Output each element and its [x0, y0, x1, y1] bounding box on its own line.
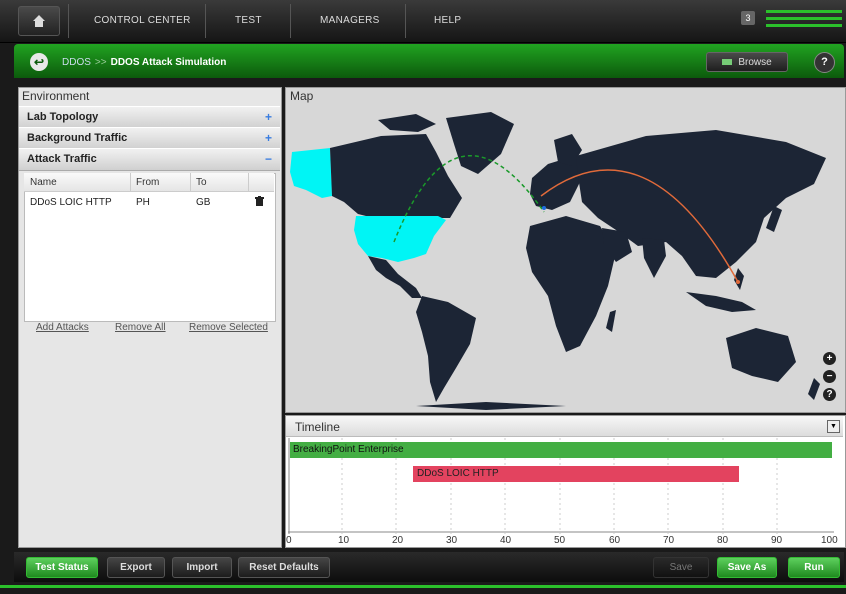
timeline-bar-label: DDoS LOIC HTTP	[417, 468, 499, 479]
timeline-tick: 20	[392, 535, 404, 546]
timeline-tick: 0	[286, 535, 292, 546]
column-header-from[interactable]: From	[136, 177, 159, 188]
run-button[interactable]: Run	[788, 557, 840, 578]
section-label: Attack Traffic	[27, 153, 97, 165]
timeline-bar-breakingpoint[interactable]: BreakingPoint Enterprise	[290, 442, 832, 458]
help-button[interactable]: ?	[814, 52, 835, 73]
timeline-menu-button[interactable]: ▼	[827, 420, 840, 433]
column-divider	[130, 173, 131, 191]
timeline-tick: 30	[446, 535, 458, 546]
browse-icon	[722, 59, 733, 65]
cell-name[interactable]: DDoS LOIC HTTP	[30, 197, 112, 208]
reset-defaults-button[interactable]: Reset Defaults	[238, 557, 330, 578]
section-label: Background Traffic	[27, 132, 128, 144]
column-divider	[248, 173, 249, 191]
delete-icon[interactable]	[255, 196, 264, 209]
environment-title: Environment	[22, 89, 90, 103]
nav-item-test[interactable]: TEST	[235, 15, 262, 26]
nav-separator	[290, 4, 291, 38]
nav-separator	[68, 4, 69, 38]
test-status-button[interactable]: Test Status	[26, 557, 98, 578]
breadcrumb-separator: >>	[94, 57, 107, 68]
column-header-name[interactable]: Name	[30, 177, 57, 188]
zoom-in-button[interactable]: +	[823, 352, 836, 365]
timeline-tick: 10	[338, 535, 350, 546]
map-title: Map	[290, 89, 314, 103]
import-button[interactable]: Import	[172, 557, 232, 578]
timeline-tick: 80	[717, 535, 729, 546]
timeline-tick: 100	[821, 535, 838, 546]
save-button[interactable]: Save	[653, 557, 709, 578]
zoom-out-button[interactable]: −	[823, 370, 836, 383]
section-background-traffic[interactable]: Background Traffic +	[19, 127, 280, 150]
expand-icon[interactable]: +	[265, 110, 272, 124]
back-arrow-icon: ↩	[33, 55, 45, 69]
home-icon	[33, 15, 45, 27]
attack-table	[24, 173, 276, 322]
back-button[interactable]: ↩	[30, 53, 48, 71]
browse-button[interactable]: Browse	[706, 52, 788, 72]
status-indicator-bar	[766, 10, 842, 13]
breadcrumb-current: DDOS Attack Simulation	[110, 57, 227, 68]
section-lab-topology[interactable]: Lab Topology +	[19, 106, 280, 129]
arc-endpoint-marker	[542, 206, 546, 210]
timeline-title: Timeline	[295, 420, 340, 434]
section-attack-traffic[interactable]: Attack Traffic −	[19, 148, 280, 171]
collapse-icon[interactable]: −	[265, 152, 272, 166]
cell-to[interactable]: GB	[196, 197, 210, 208]
timeline-tick: 70	[663, 535, 675, 546]
breadcrumb: DDOS >> DDOS Attack Simulation	[62, 57, 226, 68]
nav-item-managers[interactable]: MANAGERS	[320, 15, 380, 26]
map-help-button[interactable]: ?	[823, 388, 836, 401]
timeline-tick: 90	[771, 535, 783, 546]
timeline-bar-ddos-loic[interactable]: DDoS LOIC HTTP	[413, 466, 739, 482]
add-attacks-link[interactable]: Add Attacks	[36, 322, 89, 333]
timeline-tick: 50	[554, 535, 566, 546]
nav-separator	[405, 4, 406, 38]
save-as-button[interactable]: Save As	[717, 557, 777, 578]
nav-separator	[205, 4, 206, 38]
timeline-header	[286, 416, 843, 437]
timeline-bar-label: BreakingPoint Enterprise	[293, 444, 404, 455]
column-header-to[interactable]: To	[196, 177, 207, 188]
arc-endpoint-marker	[736, 280, 740, 284]
status-indicator-bar	[766, 24, 842, 27]
expand-icon[interactable]: +	[265, 131, 272, 145]
home-button[interactable]	[18, 6, 60, 36]
column-divider	[190, 173, 191, 191]
browse-label: Browse	[738, 56, 772, 68]
nav-item-help[interactable]: HELP	[434, 15, 461, 26]
export-button[interactable]: Export	[107, 557, 165, 578]
remove-all-link[interactable]: Remove All	[115, 322, 166, 333]
nav-item-control-center[interactable]: CONTROL CENTER	[94, 15, 191, 26]
remove-selected-link[interactable]: Remove Selected	[189, 322, 268, 333]
bottom-accent-line	[0, 585, 846, 588]
world-map[interactable]	[286, 106, 843, 410]
section-label: Lab Topology	[27, 111, 99, 123]
timeline-tick: 60	[609, 535, 621, 546]
cell-from[interactable]: PH	[136, 197, 150, 208]
status-indicator-bar	[766, 17, 842, 20]
notification-badge[interactable]: 3	[741, 11, 755, 25]
timeline-tick: 40	[500, 535, 512, 546]
breadcrumb-parent[interactable]: DDOS	[62, 57, 91, 68]
